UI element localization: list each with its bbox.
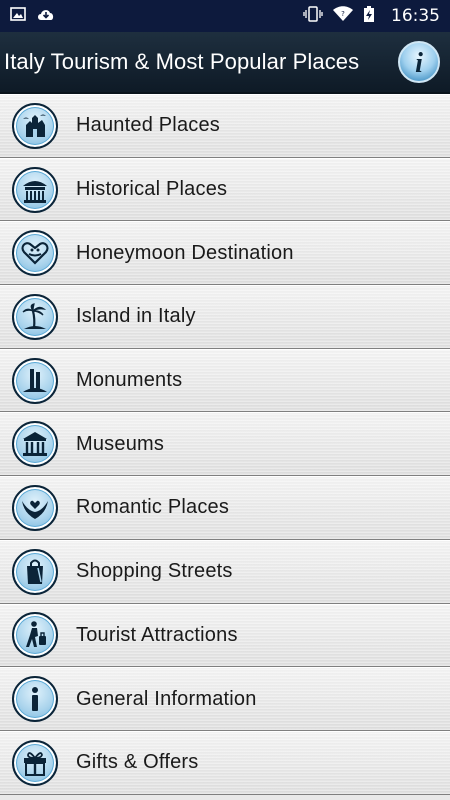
category-list: Haunted Places Historical Places Honeymo…: [0, 94, 450, 798]
list-item-label: Historical Places: [76, 178, 228, 201]
list-item-label: Gifts & Offers: [76, 751, 199, 774]
info-button[interactable]: i: [396, 39, 442, 85]
traveler-luggage-icon: [12, 612, 58, 659]
haunted-house-icon: [12, 102, 58, 149]
list-item-historical-places[interactable]: Historical Places: [0, 157, 450, 222]
shopping-bag-icon: [12, 548, 58, 595]
battery-charging-icon: [363, 5, 375, 27]
list-item-honeymoon-destination[interactable]: Honeymoon Destination: [0, 221, 450, 286]
romantic-hands-heart-icon: [12, 484, 58, 531]
list-item-monuments[interactable]: Monuments: [0, 348, 450, 413]
list-item-label: Island in Italy: [76, 305, 196, 328]
clock: 16:35: [391, 6, 440, 26]
list-item-gifts-offers[interactable]: Gifts & Offers: [0, 730, 450, 795]
historical-temple-icon: [12, 166, 58, 213]
list-item-tourist-attractions[interactable]: Tourist Attractions: [0, 603, 450, 668]
image-notification-icon: [10, 6, 26, 26]
list-item-label: Romantic Places: [76, 496, 230, 519]
svg-text:?: ?: [341, 10, 345, 18]
museum-icon: [12, 421, 58, 468]
svg-text:i: i: [415, 48, 423, 79]
list-item-label: General Information: [76, 687, 257, 710]
list-item-label: Haunted Places: [76, 114, 221, 137]
status-bar: ? 16:35: [0, 0, 450, 32]
list-item-label: Museums: [76, 432, 165, 455]
list-item-label: Tourist Attractions: [76, 623, 238, 646]
list-item-general-information[interactable]: General Information: [0, 667, 450, 731]
info-icon: [12, 676, 58, 723]
list-item-romantic-places[interactable]: Romantic Places: [0, 476, 450, 540]
cloud-download-icon: [36, 6, 56, 26]
monument-icon: [12, 357, 58, 404]
gift-icon: [12, 739, 58, 786]
list-item-label: Shopping Streets: [76, 560, 233, 583]
list-item-island-in-italy[interactable]: Island in Italy: [0, 285, 450, 349]
info-icon: i: [398, 41, 440, 83]
app-title: Italy Tourism & Most Popular Places: [4, 49, 360, 74]
list-item-label: Monuments: [76, 369, 183, 392]
list-item-museums[interactable]: Museums: [0, 412, 450, 477]
palm-island-icon: [12, 293, 58, 340]
list-item-shopping-streets[interactable]: Shopping Streets: [0, 539, 450, 604]
app-bar: Italy Tourism & Most Popular Places i: [0, 32, 450, 94]
vibrate-icon: [303, 6, 323, 26]
honeymoon-heart-icon: [12, 230, 58, 277]
list-item-label: Honeymoon Destination: [76, 241, 294, 264]
wifi-icon: ?: [333, 6, 353, 26]
list-item-haunted-places[interactable]: Haunted Places: [0, 94, 450, 158]
